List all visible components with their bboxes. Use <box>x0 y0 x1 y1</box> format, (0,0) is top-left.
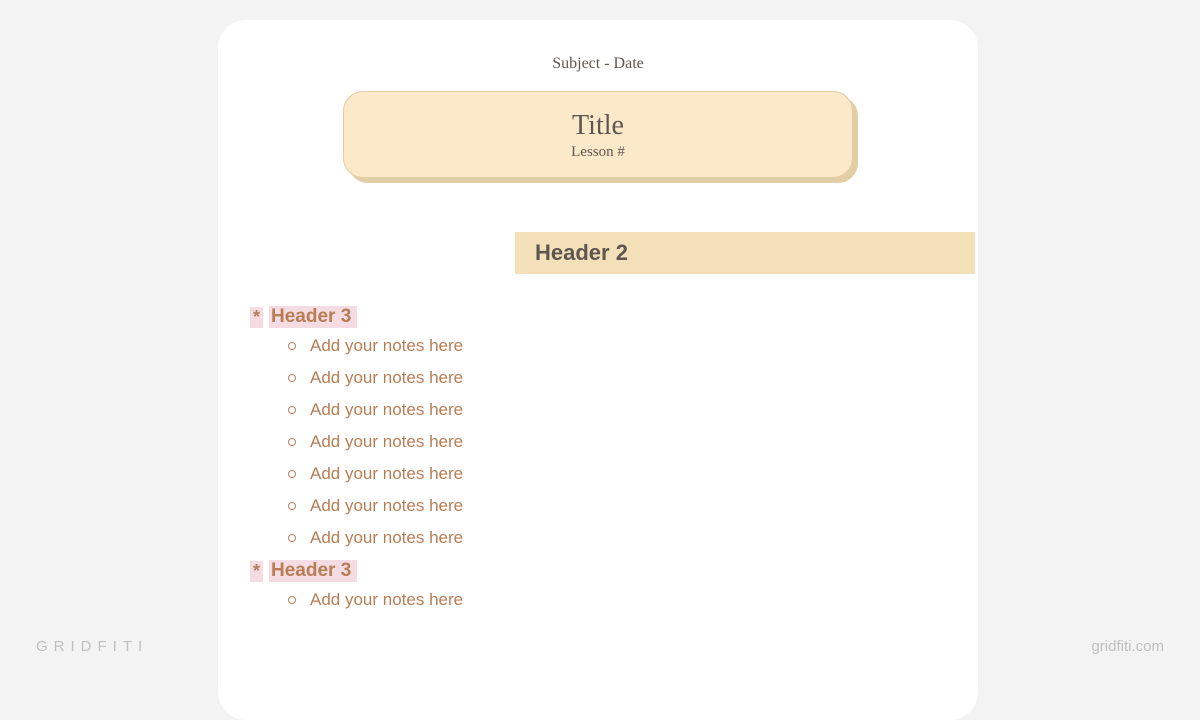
watermark-left: GRIDFITI <box>36 638 148 655</box>
bullet-icon <box>288 534 296 542</box>
header2-bar: Header 2 <box>515 232 975 274</box>
note-text: Add your notes here <box>310 590 463 610</box>
list-item: Add your notes here <box>288 590 690 610</box>
bullet-icon <box>288 374 296 382</box>
header2-text: Header 2 <box>535 240 955 266</box>
list-item: Add your notes here <box>288 496 690 516</box>
subject-date-label: Subject - Date <box>248 55 948 73</box>
header3-row: * Header 3 <box>250 560 690 582</box>
watermark-right: gridfiti.com <box>1091 638 1164 655</box>
bullet-icon <box>288 342 296 350</box>
bullet-icon <box>288 406 296 414</box>
header3-text: Header 3 <box>269 560 357 582</box>
note-text: Add your notes here <box>310 496 463 516</box>
list-item: Add your notes here <box>288 368 690 388</box>
note-text: Add your notes here <box>310 528 463 548</box>
document-card: Subject - Date Title Lesson # Header 2 *… <box>218 20 978 720</box>
asterisk-icon: * <box>250 561 263 582</box>
note-text: Add your notes here <box>310 368 463 388</box>
note-text: Add your notes here <box>310 400 463 420</box>
bullet-icon <box>288 502 296 510</box>
list-item: Add your notes here <box>288 464 690 484</box>
bullet-icon <box>288 470 296 478</box>
title-box: Title Lesson # <box>343 91 853 178</box>
content-section: * Header 3 Add your notes here Add your … <box>250 300 690 622</box>
asterisk-icon: * <box>250 307 263 328</box>
note-text: Add your notes here <box>310 432 463 452</box>
list-item: Add your notes here <box>288 336 690 356</box>
header3-row: * Header 3 <box>250 306 690 328</box>
list-item: Add your notes here <box>288 432 690 452</box>
bullet-icon <box>288 438 296 446</box>
list-item: Add your notes here <box>288 528 690 548</box>
title-main: Title <box>364 110 832 142</box>
title-subtitle: Lesson # <box>364 144 832 161</box>
header3-text: Header 3 <box>269 306 357 328</box>
note-text: Add your notes here <box>310 464 463 484</box>
title-box-wrapper: Title Lesson # <box>343 91 853 178</box>
list-item: Add your notes here <box>288 400 690 420</box>
bullet-icon <box>288 596 296 604</box>
note-text: Add your notes here <box>310 336 463 356</box>
